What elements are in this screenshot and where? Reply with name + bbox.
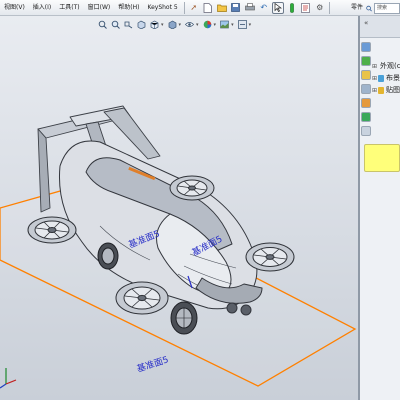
scene-icon	[378, 74, 384, 82]
solidworks-resources-icon[interactable]	[361, 42, 371, 52]
select-icon[interactable]	[271, 1, 284, 14]
view-palette-icon[interactable]	[361, 98, 371, 108]
tree-item-label: 贴图	[386, 86, 400, 94]
graphics-viewport[interactable]: ▾ ▾ ▾ ▾ ▾ ▾ 基准面5 基准面5 基准面5	[0, 16, 358, 400]
expand-icon[interactable]: ⊞	[372, 87, 377, 94]
rotor-rear-right	[169, 175, 215, 201]
menu-view[interactable]: 视图(V)	[0, 0, 29, 16]
coordinate-triad-icon	[0, 368, 17, 389]
search-icon[interactable]	[361, 84, 371, 94]
toolbar-separator	[328, 1, 330, 14]
rotor-front-right	[245, 242, 295, 272]
wheel-rear	[97, 242, 119, 270]
file-explorer-icon[interactable]	[361, 70, 371, 80]
tree-item-decals[interactable]: ⊞ 贴图	[372, 84, 400, 96]
wheel-front	[170, 301, 198, 335]
undo-icon[interactable]: ↶	[258, 2, 270, 14]
appearances-icon[interactable]	[361, 112, 371, 122]
menu-tools[interactable]: 工具(T)	[55, 0, 83, 16]
model-view[interactable]: 基准面5 基准面5 基准面5	[0, 16, 358, 400]
task-pane: « ⊞ 外观(co ⊞ 布景 ⊞ 贴图	[360, 16, 400, 400]
custom-properties-icon[interactable]	[361, 126, 371, 136]
menu-help[interactable]: 帮助(H)	[114, 0, 143, 16]
part-menu[interactable]: 零件	[351, 0, 364, 16]
rotor-rear-left	[27, 216, 77, 244]
task-pane-tabs	[360, 42, 372, 140]
menubar-right-area: 零件 搜索	[351, 0, 400, 16]
menu-window[interactable]: 窗口(W)	[84, 0, 115, 16]
decal-icon	[378, 86, 384, 94]
options-icon[interactable]: ⚙	[314, 2, 326, 14]
appearances-tree: ⊞ 外观(co ⊞ 布景 ⊞ 贴图	[372, 60, 400, 96]
task-pane-header: «	[360, 16, 400, 38]
appearance-preview-swatch[interactable]	[364, 144, 400, 172]
rotor-front-left	[115, 281, 169, 315]
save-icon[interactable]	[230, 2, 242, 14]
menu-keyshot[interactable]: KeyShot 5	[143, 0, 181, 16]
open-file-icon[interactable]	[216, 2, 228, 14]
tree-item-label: 布景	[386, 74, 400, 82]
search-input[interactable]: 搜索	[374, 2, 400, 14]
expand-icon[interactable]: ⊞	[372, 75, 377, 82]
tree-item-scenes[interactable]: ⊞ 布景	[372, 72, 400, 84]
tree-item-appearances[interactable]: ⊞ 外观(co	[372, 60, 400, 72]
file-properties-icon[interactable]	[300, 2, 312, 14]
search-icon[interactable]	[365, 2, 373, 14]
design-library-icon[interactable]	[361, 56, 371, 66]
sketch-plane-label: 基准面5	[135, 353, 170, 375]
double-chevron-icon[interactable]: «	[364, 19, 368, 27]
toolbar-separator	[183, 1, 185, 14]
tree-item-label: 外观(co	[380, 62, 400, 70]
rebuild-icon[interactable]	[286, 2, 298, 14]
expand-icon[interactable]: ⊞	[372, 63, 377, 70]
menu-insert[interactable]: 插入(I)	[29, 0, 55, 16]
new-file-icon[interactable]	[202, 2, 214, 14]
print-icon[interactable]	[244, 2, 256, 14]
pin-icon[interactable]: ➚	[188, 2, 200, 14]
menu-bar: 视图(V) 插入(I) 工具(T) 窗口(W) 帮助(H) KeyShot 5 …	[0, 0, 400, 16]
